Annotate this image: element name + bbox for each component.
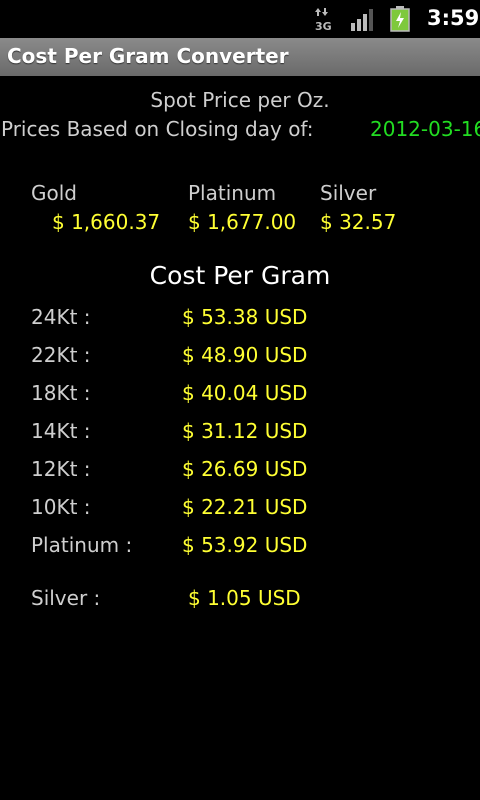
network-3g-icon: 3G	[315, 8, 332, 32]
row-label-platinum: Platinum :	[31, 533, 133, 557]
cost-per-gram-heading: Cost Per Gram	[149, 261, 331, 290]
status-bar: 3G 3:59	[0, 0, 480, 38]
app-title-bar: Cost Per Gram Converter	[0, 38, 480, 76]
row-label-silver: Silver :	[31, 586, 101, 610]
signal-strength-icon	[351, 9, 373, 31]
metal-price-silver: $ 32.57	[320, 210, 397, 234]
metal-name-silver: Silver	[320, 181, 377, 205]
row-label-12kt: 12Kt :	[31, 457, 91, 481]
spot-price-heading: Spot Price per Oz.	[150, 88, 330, 112]
row-value-10kt: $ 22.21 USD	[182, 495, 308, 519]
row-value-22kt: $ 48.90 USD	[182, 343, 308, 367]
svg-text:3G: 3G	[315, 20, 332, 32]
metal-price-platinum: $ 1,677.00	[188, 210, 297, 234]
row-value-12kt: $ 26.69 USD	[182, 457, 308, 481]
row-value-platinum: $ 53.92 USD	[182, 533, 308, 557]
row-value-18kt: $ 40.04 USD	[182, 381, 308, 405]
closing-date: 2012-03-16	[370, 117, 480, 141]
battery-charging-icon	[390, 6, 410, 32]
app-title: Cost Per Gram Converter	[7, 44, 289, 68]
row-label-24kt: 24Kt :	[31, 305, 91, 329]
clock-time: 3:59	[427, 6, 480, 30]
row-label-22kt: 22Kt :	[31, 343, 91, 367]
closing-day-label: Prices Based on Closing day of:	[1, 117, 314, 141]
row-value-24kt: $ 53.38 USD	[182, 305, 308, 329]
row-label-14kt: 14Kt :	[31, 419, 91, 443]
row-value-14kt: $ 31.12 USD	[182, 419, 308, 443]
row-value-silver: $ 1.05 USD	[188, 586, 301, 610]
metal-price-gold: $ 1,660.37	[52, 210, 161, 234]
row-label-18kt: 18Kt :	[31, 381, 91, 405]
metal-name-platinum: Platinum	[188, 181, 277, 205]
metal-name-gold: Gold	[31, 181, 77, 205]
row-label-10kt: 10Kt :	[31, 495, 91, 519]
